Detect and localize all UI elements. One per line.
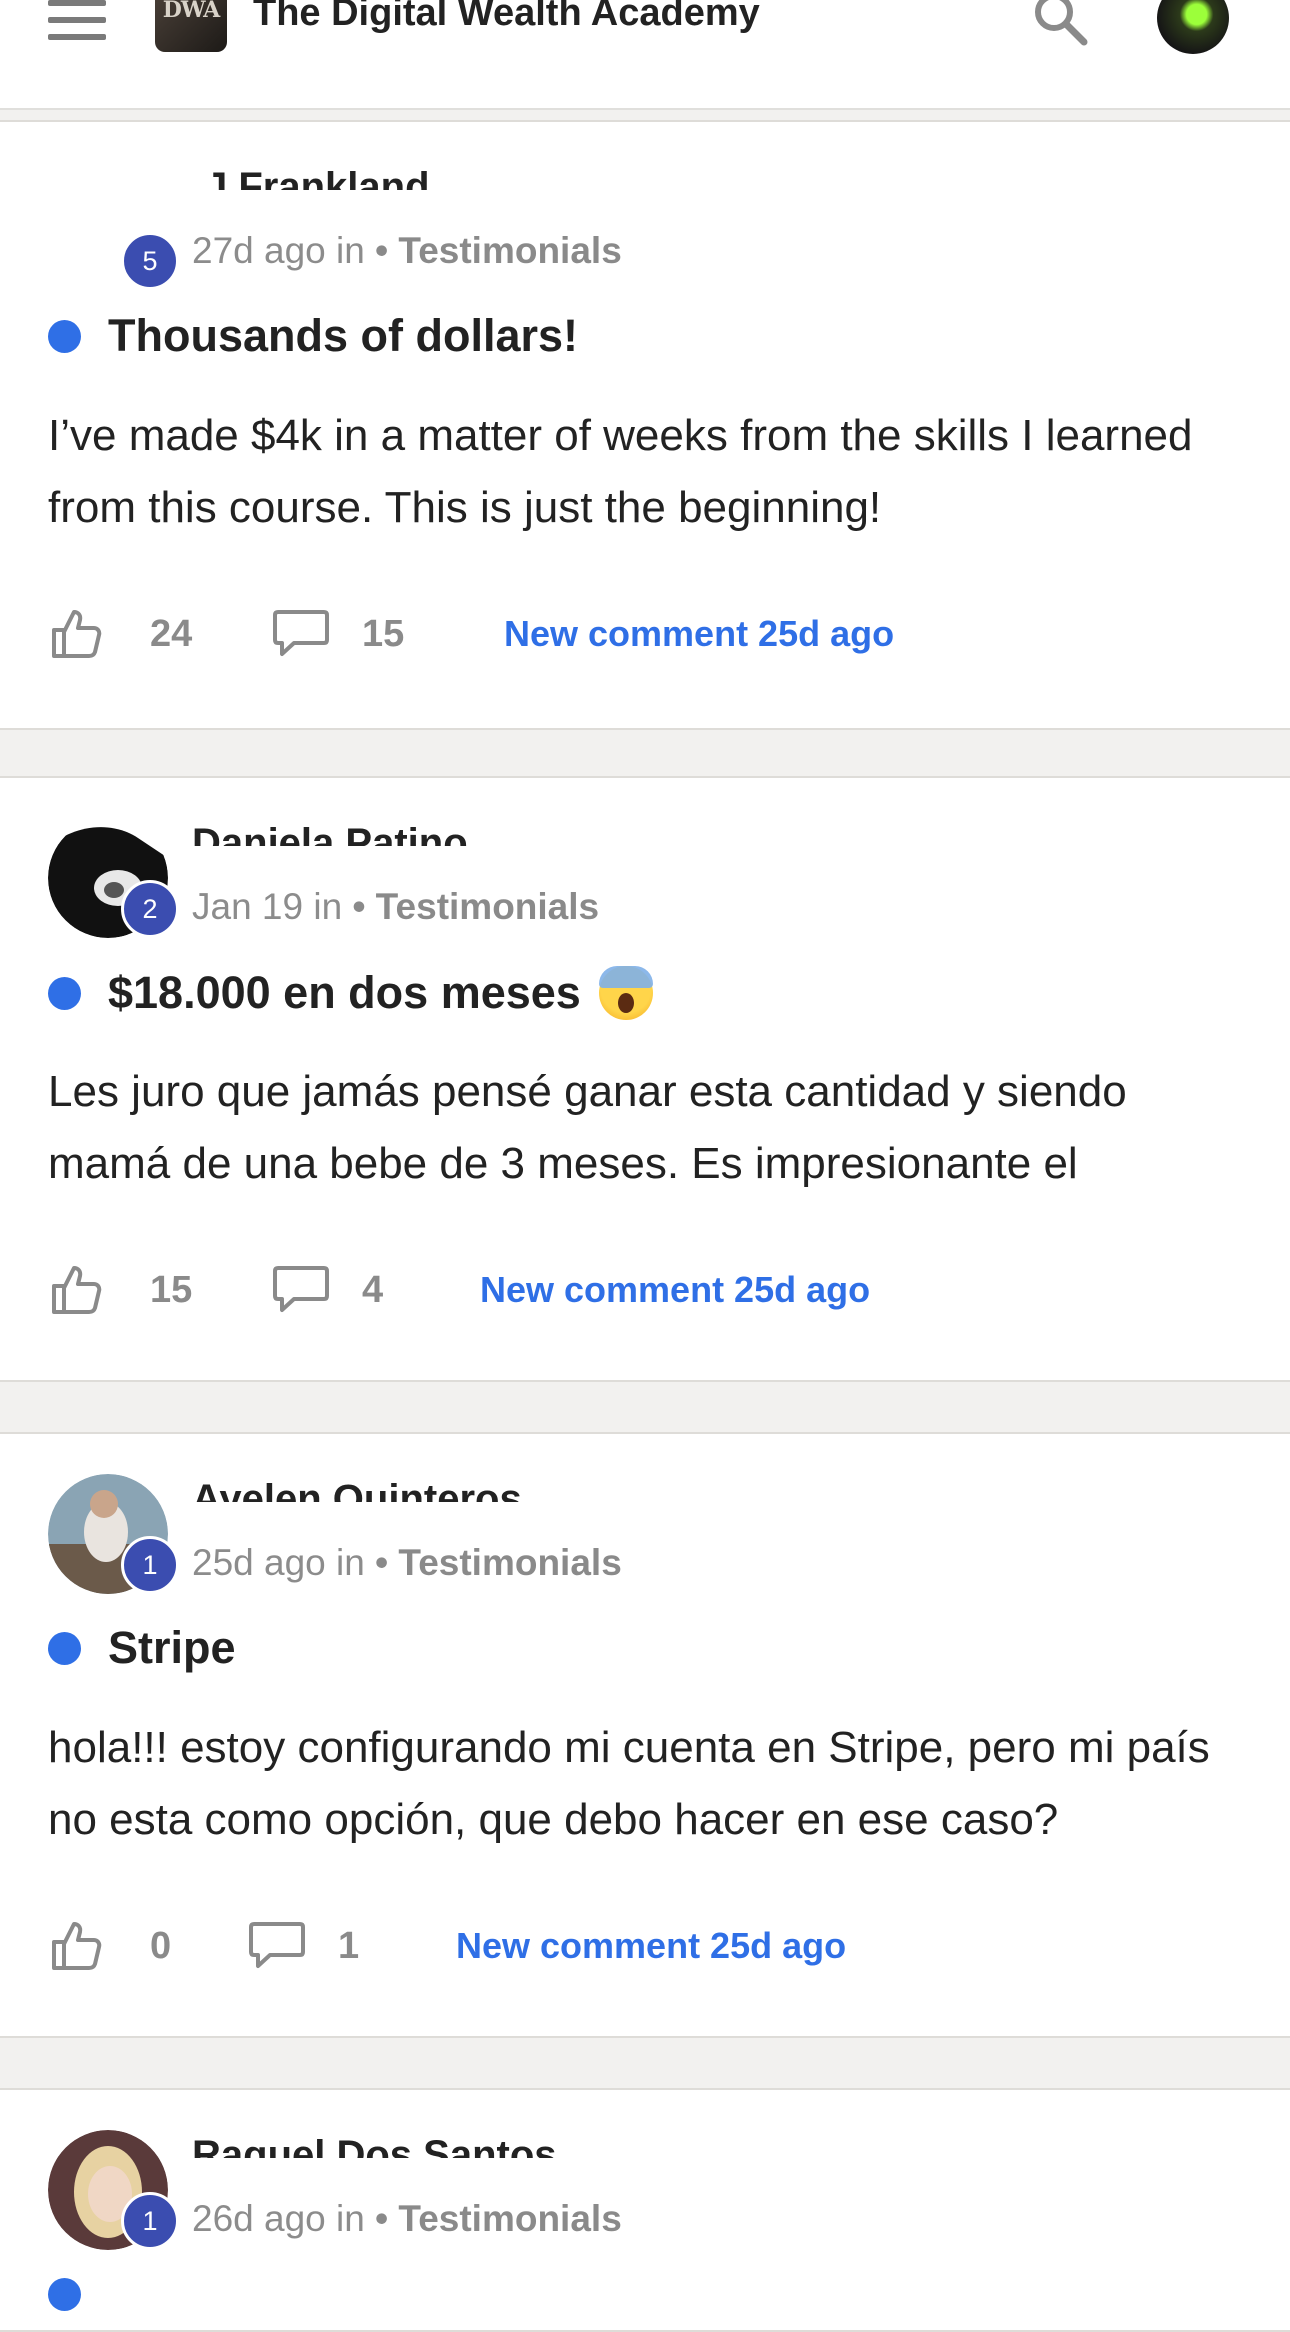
unread-dot — [48, 976, 81, 1010]
level-badge: 1 — [121, 1536, 179, 1594]
app-header: DWA The Digital Wealth Academy — [0, 0, 1290, 110]
post-meta: 26d ago in • Testimonials — [192, 2198, 622, 2240]
author-avatar[interactable]: 1 — [48, 1474, 179, 1594]
level-badge: 2 — [121, 880, 179, 938]
post-title-text[interactable]: Stripe — [108, 1622, 236, 1674]
comment-icon[interactable] — [272, 1264, 330, 1314]
like-icon[interactable] — [48, 606, 104, 662]
like-count: 24 — [150, 613, 193, 655]
post-title[interactable]: $18.000 en dos meses — [48, 966, 653, 1020]
post-title-text[interactable]: $18.000 en dos meses — [108, 967, 581, 1019]
post-actions: 15 4 New comment 25d ago — [48, 1262, 948, 1322]
user-avatar[interactable] — [1157, 0, 1229, 54]
post-category[interactable]: • Testimonials — [375, 1542, 622, 1583]
post-time: 26d ago in — [192, 2198, 365, 2239]
comment-count: 4 — [362, 1269, 384, 1311]
post-meta: 25d ago in • Testimonials — [192, 1542, 622, 1584]
post-time: Jan 19 in — [192, 886, 343, 927]
post-title-text[interactable]: Thousands of dollars! — [108, 310, 578, 362]
unread-dot — [48, 2278, 81, 2311]
post-actions: 24 15 New comment 25d ago — [48, 606, 948, 666]
author-avatar[interactable]: 1 — [48, 2130, 179, 2250]
like-count: 15 — [150, 1269, 193, 1311]
menu-icon[interactable] — [48, 0, 106, 40]
post-category[interactable]: • Testimonials — [375, 2198, 622, 2239]
screaming-face-emoji — [598, 966, 653, 1020]
level-badge: 5 — [121, 232, 179, 290]
post-category[interactable]: • Testimonials — [352, 886, 599, 927]
post-actions: 0 1 New comment 25d ago — [48, 1918, 948, 1978]
like-icon[interactable] — [48, 1918, 104, 1974]
post-body[interactable]: I’ve made $4k in a matter of weeks from … — [48, 400, 1248, 544]
unread-dot — [48, 1631, 81, 1665]
post-author[interactable]: J Frankland — [205, 162, 430, 190]
post-meta: 27d ago in • Testimonials — [192, 230, 622, 272]
post-card[interactable]: J Frankland 5 27d ago in • Testimonials … — [0, 120, 1290, 730]
post-body[interactable]: Les juro que jamás pensé ganar esta cant… — [48, 1056, 1248, 1200]
post-author[interactable]: Raquel Dos Santos — [192, 2130, 557, 2158]
comment-count: 1 — [338, 1925, 360, 1967]
post-title[interactable]: Thousands of dollars! — [48, 310, 578, 362]
unread-dot — [48, 319, 81, 353]
post-body[interactable]: hola!!! estoy configurando mi cuenta en … — [48, 1712, 1248, 1856]
level-badge: 1 — [121, 2192, 179, 2250]
comment-count: 15 — [362, 613, 405, 655]
post-time: 27d ago in — [192, 230, 365, 271]
search-icon[interactable] — [1030, 0, 1090, 50]
post-author[interactable]: Ayelen Quinteros — [192, 1474, 522, 1502]
new-comment-link[interactable]: New comment 25d ago — [456, 1918, 846, 1974]
academy-logo[interactable]: DWA — [155, 0, 227, 52]
post-author[interactable]: Daniela Patino — [192, 818, 468, 846]
new-comment-link[interactable]: New comment 25d ago — [504, 606, 894, 662]
app-title: The Digital Wealth Academy — [253, 0, 760, 34]
like-count: 0 — [150, 1925, 172, 1967]
post-card[interactable]: 1 Raquel Dos Santos 26d ago in • Testimo… — [0, 2088, 1290, 2332]
like-icon[interactable] — [48, 1262, 104, 1318]
post-time: 25d ago in — [192, 1542, 365, 1583]
post-title[interactable]: Stripe — [48, 1622, 236, 1674]
post-card[interactable]: 1 Ayelen Quinteros 25d ago in • Testimon… — [0, 1432, 1290, 2038]
post-category[interactable]: • Testimonials — [375, 230, 622, 271]
comment-icon[interactable] — [248, 1920, 306, 1970]
author-avatar[interactable]: 2 — [48, 818, 179, 938]
post-meta: Jan 19 in • Testimonials — [192, 886, 599, 928]
post-title[interactable] — [48, 2278, 108, 2311]
post-card[interactable]: 2 Daniela Patino Jan 19 in • Testimonial… — [0, 776, 1290, 1382]
new-comment-link[interactable]: New comment 25d ago — [480, 1262, 870, 1318]
comment-icon[interactable] — [272, 608, 330, 658]
